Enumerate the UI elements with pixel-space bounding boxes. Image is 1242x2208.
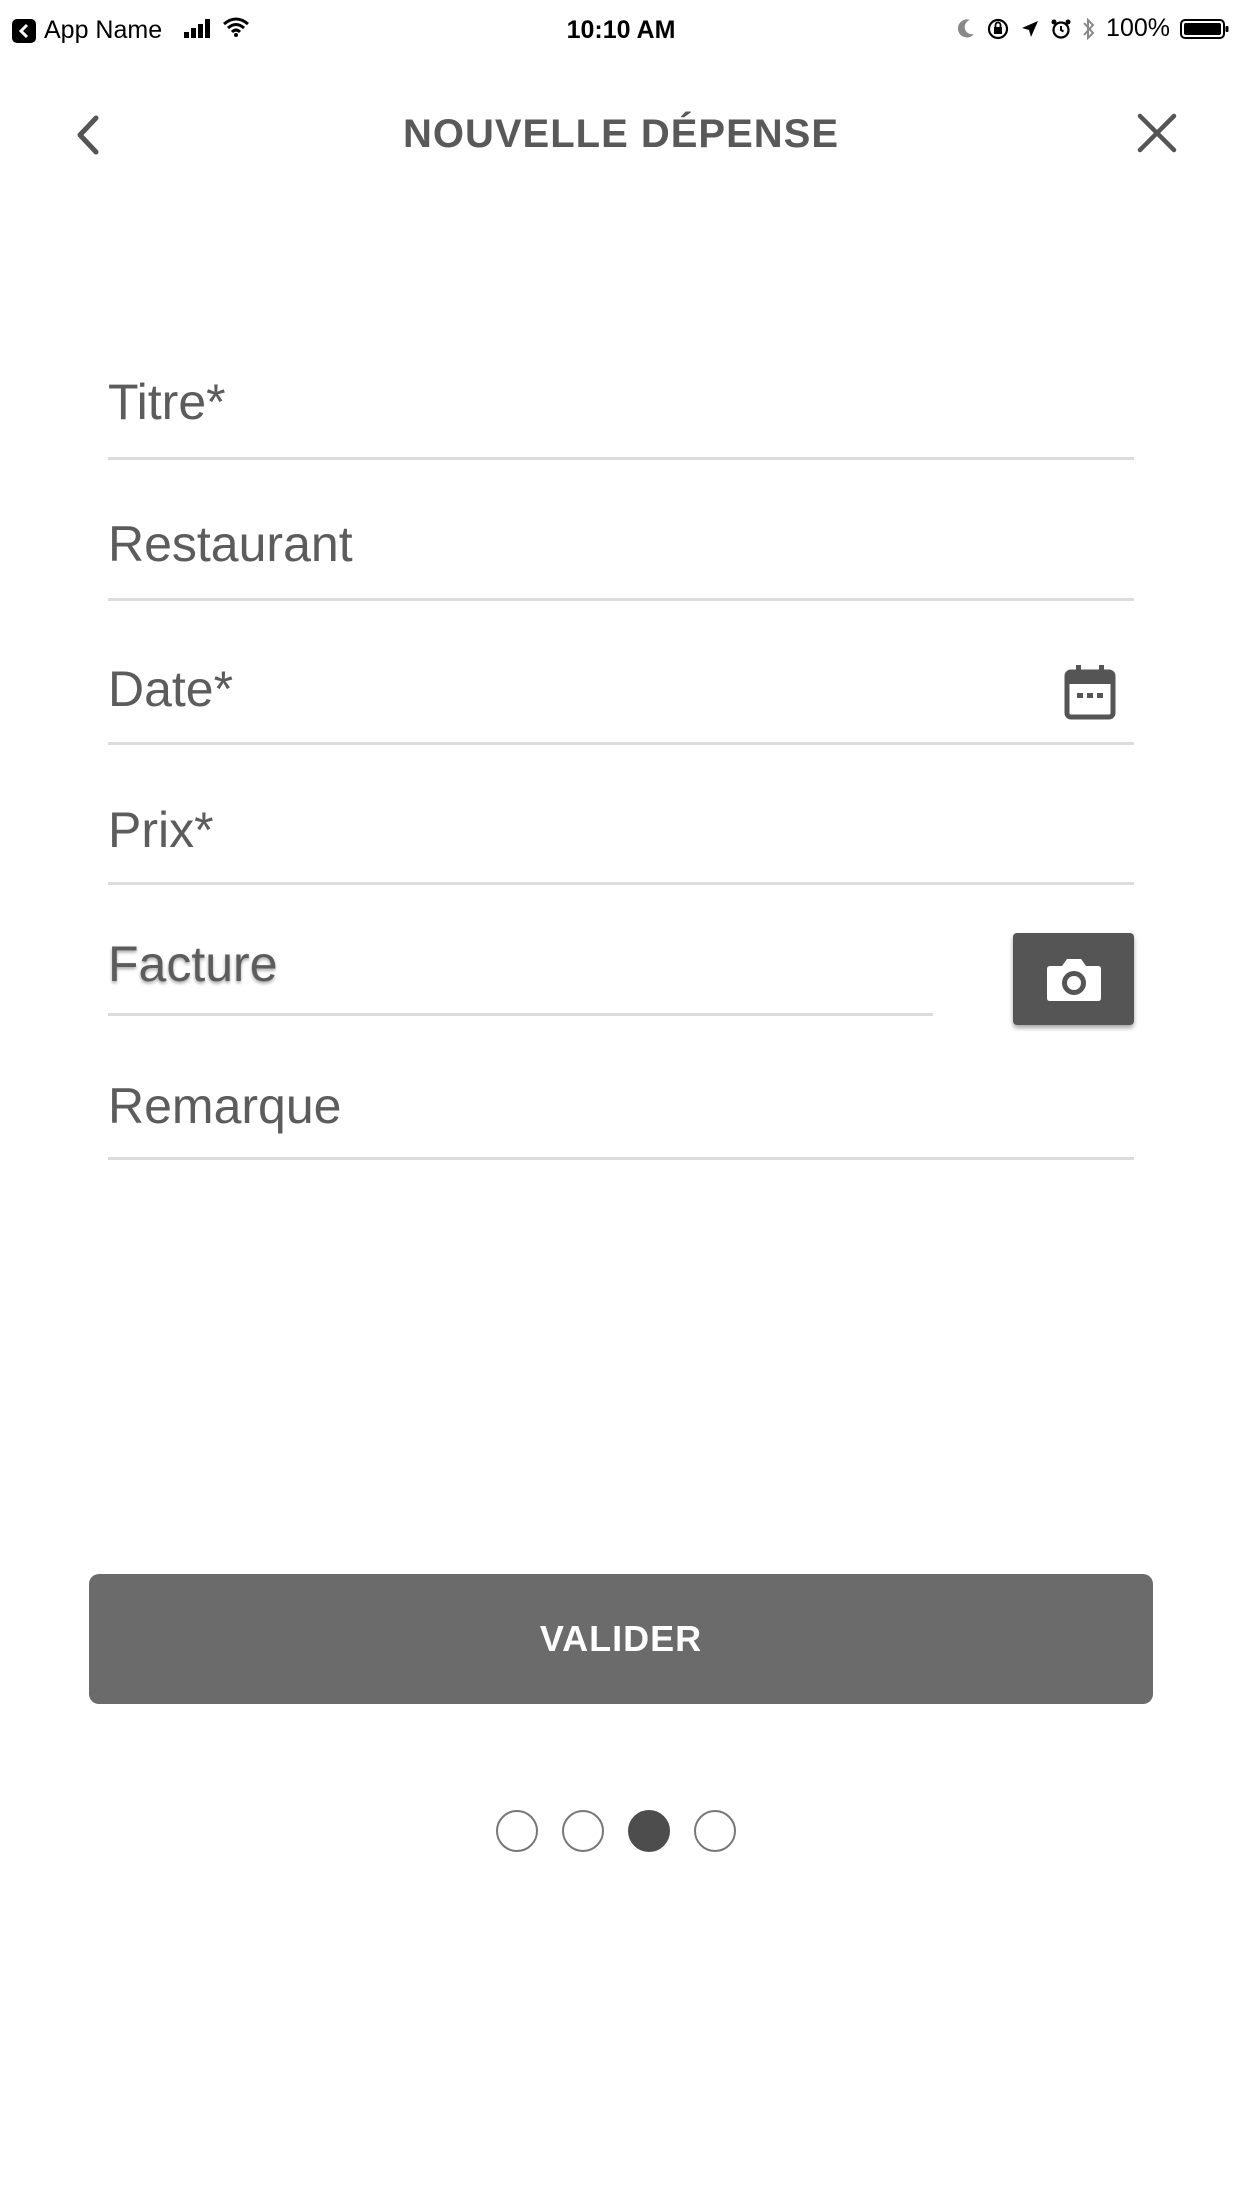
calendar-button[interactable] — [1064, 664, 1116, 720]
prix-input[interactable] — [108, 785, 1138, 884]
battery-percent: 100% — [1106, 14, 1170, 42]
camera-icon — [1046, 959, 1101, 1001]
page-dot[interactable] — [694, 1810, 736, 1852]
date-field[interactable]: Date* — [108, 640, 1138, 745]
titre-label: Titre* — [108, 374, 226, 430]
page-dot-active[interactable] — [628, 1810, 670, 1852]
camera-button[interactable] — [1013, 933, 1134, 1025]
moon-icon — [956, 18, 976, 40]
location-icon — [1020, 19, 1040, 39]
page-dot[interactable] — [496, 1810, 538, 1852]
status-right: 100% — [956, 14, 1230, 43]
titre-input[interactable] — [108, 360, 1138, 459]
page-title: NOUVELLE DÉPENSE — [402, 112, 840, 156]
restaurant-label: Restaurant — [108, 516, 353, 572]
date-input[interactable] — [108, 640, 1138, 744]
page-dot[interactable] — [562, 1810, 604, 1852]
rotation-lock-icon — [986, 17, 1010, 41]
prix-label: Prix* — [108, 802, 214, 858]
nav-bar: NOUVELLE DÉPENSE — [0, 100, 1242, 170]
facture-label: Facture — [108, 936, 278, 992]
prix-field[interactable]: Prix* — [108, 785, 1138, 885]
restaurant-field[interactable]: Restaurant — [108, 500, 1138, 601]
valider-button[interactable]: VALIDER — [89, 1574, 1153, 1704]
remarque-label: Remarque — [108, 1078, 342, 1134]
close-icon — [1137, 113, 1177, 153]
battery-icon — [1180, 18, 1230, 40]
alarm-icon — [1050, 18, 1072, 40]
status-bar: App Name 10:10 AM 100% — [0, 0, 1242, 60]
remarque-field[interactable]: Remarque — [108, 1060, 1138, 1160]
date-label: Date* — [108, 661, 234, 717]
close-button[interactable] — [1136, 112, 1178, 154]
facture-field[interactable]: Facture — [108, 920, 937, 1016]
titre-field[interactable]: Titre* — [108, 360, 1138, 460]
page-indicator — [496, 1810, 736, 1852]
bluetooth-icon — [1082, 17, 1096, 41]
calendar-icon — [1064, 665, 1116, 720]
